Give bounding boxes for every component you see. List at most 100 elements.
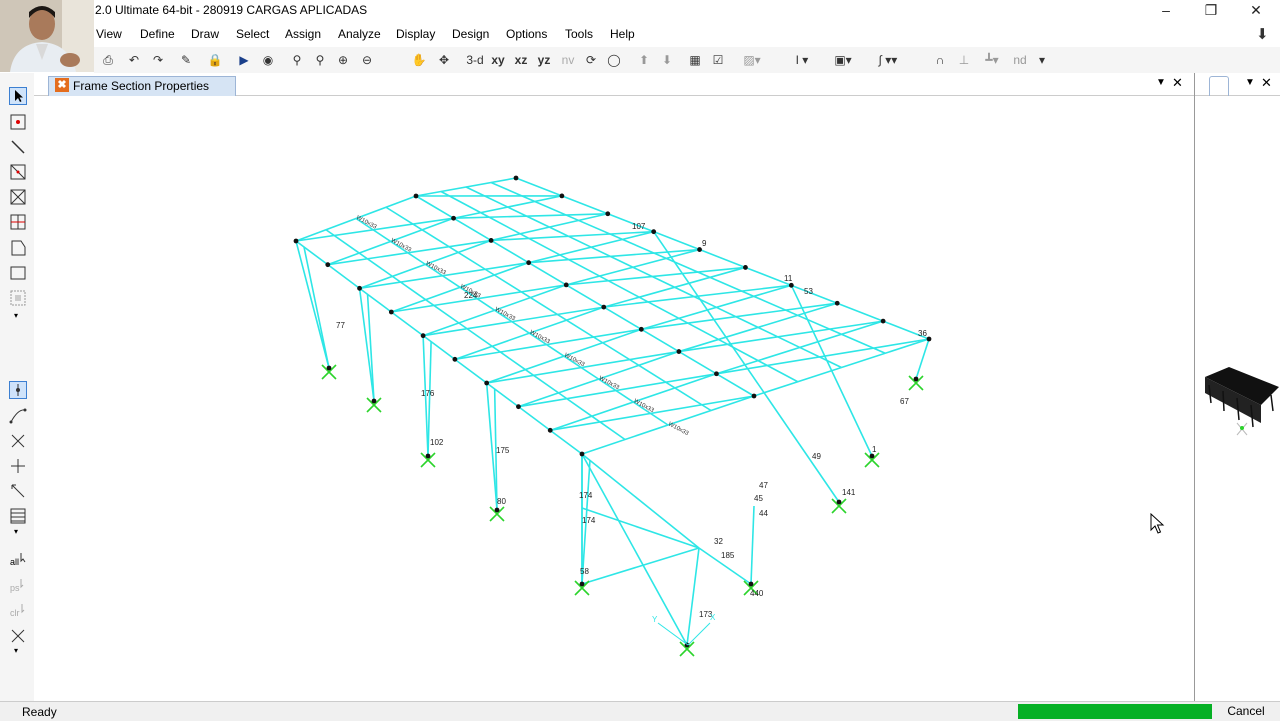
frame-member[interactable] bbox=[491, 183, 535, 202]
draw-rect-area-icon[interactable] bbox=[9, 264, 27, 282]
joint[interactable] bbox=[835, 301, 840, 306]
frame-member[interactable] bbox=[328, 265, 360, 289]
model-window[interactable]: ✖ Frame Section Properties ▼ ✕ 771741761… bbox=[34, 73, 1195, 701]
secondary-window-menu-icon[interactable]: ▼ bbox=[1245, 77, 1255, 88]
draw-section-cut-icon[interactable] bbox=[9, 482, 27, 500]
secondary-tab[interactable] bbox=[1209, 76, 1229, 96]
joint[interactable] bbox=[414, 194, 419, 199]
column[interactable] bbox=[582, 454, 699, 548]
joint[interactable] bbox=[749, 582, 754, 587]
joint[interactable] bbox=[516, 404, 521, 409]
draw-frame-icon[interactable] bbox=[9, 138, 27, 156]
joint[interactable] bbox=[605, 211, 610, 216]
frame-member[interactable] bbox=[679, 352, 717, 374]
pointer-icon[interactable] bbox=[9, 87, 27, 105]
frame-member[interactable] bbox=[525, 370, 558, 393]
menu-display[interactable]: Display bbox=[396, 27, 435, 41]
frame-member[interactable] bbox=[455, 359, 487, 383]
zoom-window-icon[interactable]: ⚲ bbox=[287, 50, 307, 70]
joint[interactable] bbox=[484, 381, 489, 386]
draw-cable-icon[interactable] bbox=[9, 407, 27, 425]
menu-draw[interactable]: Draw bbox=[191, 27, 219, 41]
more-tools-arrow-icon-2[interactable]: ▾ bbox=[14, 527, 18, 536]
joint[interactable] bbox=[651, 229, 656, 234]
joint[interactable] bbox=[327, 366, 332, 371]
frame-member[interactable] bbox=[492, 346, 525, 369]
frame-member[interactable] bbox=[516, 178, 562, 196]
joint[interactable] bbox=[914, 377, 919, 382]
frame-template-icon[interactable]: ⊥ bbox=[954, 50, 974, 70]
frame-member[interactable] bbox=[641, 329, 679, 351]
cancel-button[interactable]: Cancel bbox=[1214, 703, 1278, 720]
joint[interactable] bbox=[372, 399, 377, 404]
run-analysis-icon[interactable]: ▶ bbox=[234, 50, 254, 70]
menu-select[interactable]: Select bbox=[236, 27, 269, 41]
frame-member[interactable] bbox=[679, 321, 883, 351]
frame-member[interactable] bbox=[798, 315, 842, 334]
minimize-icon[interactable]: – bbox=[1143, 0, 1189, 22]
joint[interactable] bbox=[389, 310, 394, 315]
frame-member[interactable] bbox=[487, 383, 519, 407]
frame-member[interactable] bbox=[608, 214, 654, 232]
column[interactable] bbox=[582, 548, 699, 584]
frame-member[interactable] bbox=[391, 312, 423, 336]
frame-member[interactable] bbox=[491, 240, 529, 262]
frame-member[interactable] bbox=[423, 336, 455, 360]
zoom-out-icon[interactable]: ⊖ bbox=[357, 50, 377, 70]
frame-member[interactable] bbox=[579, 220, 623, 239]
more-tools-arrow-icon-3[interactable]: ▾ bbox=[14, 646, 18, 655]
frame-member[interactable] bbox=[491, 232, 654, 241]
frame-member[interactable] bbox=[416, 196, 454, 218]
frame-member[interactable] bbox=[592, 416, 625, 439]
frame-member[interactable] bbox=[716, 321, 883, 374]
joint[interactable] bbox=[789, 283, 794, 288]
quick-draw-area-icon[interactable] bbox=[9, 289, 27, 307]
pencil-icon[interactable]: ✎ bbox=[176, 50, 196, 70]
joint[interactable] bbox=[676, 349, 681, 354]
frame-member[interactable] bbox=[566, 285, 604, 307]
select-all-icon[interactable]: all bbox=[9, 551, 27, 569]
column[interactable] bbox=[360, 288, 374, 401]
snap-dropdown-icon[interactable]: ▨▾ bbox=[738, 50, 766, 70]
frame-member[interactable] bbox=[641, 303, 837, 329]
frame-member[interactable] bbox=[675, 287, 717, 307]
menu-options[interactable]: Options bbox=[506, 27, 547, 41]
intersecting-line-icon[interactable] bbox=[9, 627, 27, 645]
joint[interactable] bbox=[752, 394, 757, 399]
frame-member[interactable] bbox=[679, 303, 837, 351]
quick-draw-frame-icon[interactable] bbox=[9, 163, 27, 181]
joint[interactable] bbox=[325, 262, 330, 267]
joint[interactable] bbox=[495, 508, 500, 513]
secondary-view-window[interactable]: ▼ ✕ bbox=[1195, 73, 1280, 701]
zoom-in-icon[interactable]: ⊕ bbox=[333, 50, 353, 70]
joint[interactable] bbox=[357, 286, 362, 291]
menu-design[interactable]: Design bbox=[452, 27, 489, 41]
section-dropdown-icon[interactable]: I ▾ bbox=[788, 50, 816, 70]
menu-tools[interactable]: Tools bbox=[565, 27, 593, 41]
joint[interactable] bbox=[580, 452, 585, 457]
joint[interactable] bbox=[639, 327, 644, 332]
quick-braces-icon[interactable] bbox=[9, 188, 27, 206]
menu-define[interactable]: Define bbox=[140, 27, 175, 41]
frame-member[interactable] bbox=[567, 320, 603, 343]
column[interactable] bbox=[916, 339, 929, 379]
frame-member[interactable] bbox=[494, 275, 530, 298]
column[interactable] bbox=[687, 548, 699, 645]
frame-member[interactable] bbox=[604, 307, 642, 329]
menu-analyze[interactable]: Analyze bbox=[338, 27, 381, 41]
quick-secondary-icon[interactable] bbox=[9, 213, 27, 231]
run-now-icon[interactable]: ◉ bbox=[258, 50, 278, 70]
joint[interactable] bbox=[526, 260, 531, 265]
frame-member[interactable] bbox=[716, 374, 754, 396]
frame-member[interactable] bbox=[529, 263, 567, 285]
3d-frame-model[interactable]: 7717417610217580581731743218544014167365… bbox=[34, 96, 1194, 701]
zoom-restore-icon[interactable]: ⚲ bbox=[310, 50, 330, 70]
perspective-icon[interactable]: ◯ bbox=[604, 50, 624, 70]
frame-member[interactable] bbox=[562, 196, 608, 214]
joint[interactable] bbox=[743, 265, 748, 270]
joint[interactable] bbox=[426, 454, 431, 459]
frame-member[interactable] bbox=[754, 339, 929, 396]
frame-member[interactable] bbox=[566, 267, 745, 284]
joint[interactable] bbox=[514, 176, 519, 181]
joint[interactable] bbox=[452, 357, 457, 362]
